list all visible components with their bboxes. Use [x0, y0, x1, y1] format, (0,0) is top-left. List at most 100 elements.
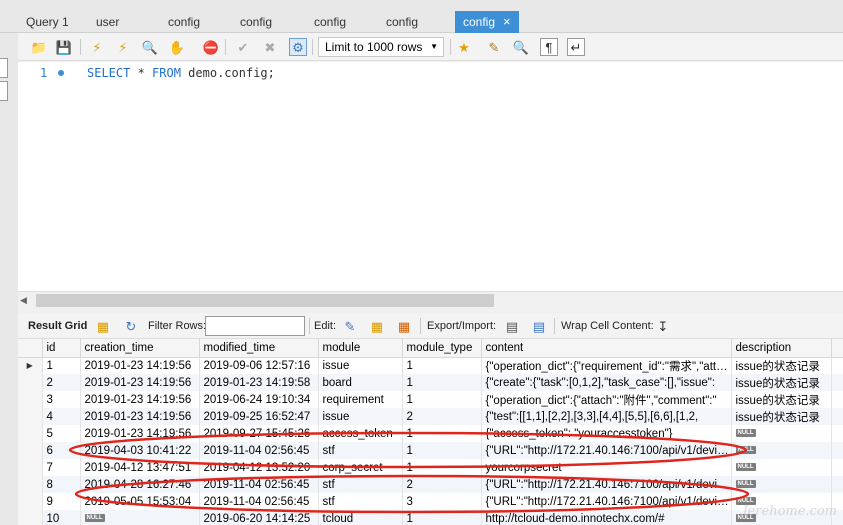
sql-editor[interactable]: 1 SELECT * FROM demo.config;	[18, 62, 843, 291]
tab-config[interactable]: config ×	[455, 11, 519, 33]
import-icon[interactable]: ▤	[530, 317, 548, 335]
tab-config[interactable]: config	[160, 11, 208, 33]
cell-modified-time[interactable]: 2019-01-23 14:19:58	[199, 374, 319, 391]
current-row-arrow-icon[interactable]: ▶	[18, 357, 43, 374]
autocommit-icon[interactable]: ⚙	[289, 38, 307, 56]
grid-view-icon[interactable]: ▦	[94, 317, 112, 335]
execute-icon[interactable]: ⚡	[88, 38, 106, 56]
scroll-left-arrow-icon[interactable]: ◀	[20, 295, 27, 306]
column-header-module-type[interactable]: module_type	[402, 339, 482, 358]
beautify-icon[interactable]: ★	[455, 38, 473, 56]
toggle-error-icon[interactable]: ⛔	[202, 38, 220, 56]
row-selector[interactable]	[18, 510, 43, 525]
cell-module-type[interactable]: 3	[402, 493, 482, 510]
cell-content[interactable]: {"operation_dict":{"attach":"附件","commen…	[481, 391, 732, 408]
cell-module-type[interactable]: 1	[402, 459, 482, 476]
wrap-cell-icon[interactable]: ↧	[654, 317, 672, 335]
result-grid[interactable]: id creation_time modified_time module module…	[18, 339, 843, 525]
cell-module[interactable]: requirement	[318, 391, 403, 408]
editor-horizontal-scrollbar[interactable]: ◀	[18, 291, 843, 309]
cell-creation-time[interactable]: 2019-04-12 13:47:51	[80, 459, 200, 476]
cell-content[interactable]: http://tcloud-demo.innotechx.com/#	[481, 510, 732, 525]
cell-module[interactable]: stf	[318, 442, 403, 459]
column-header-module[interactable]: module	[318, 339, 403, 358]
wrap-icon[interactable]: ↵	[567, 38, 585, 56]
tab-config[interactable]: config	[232, 11, 280, 33]
cell-modified-time[interactable]: 2019-09-27 15:45:26	[199, 425, 319, 442]
cell-description[interactable]: issue的状态记录	[731, 357, 832, 374]
row-selector[interactable]	[18, 442, 43, 459]
cell-description[interactable]: issue的状态记录	[731, 391, 832, 408]
cell-module-type[interactable]: 2	[402, 408, 482, 425]
cell-id[interactable]: 1	[42, 357, 81, 374]
cell-creation-time[interactable]: 2019-01-23 14:19:56	[80, 425, 200, 442]
cell-module-type[interactable]: 1	[402, 391, 482, 408]
cell-module[interactable]: board	[318, 374, 403, 391]
cell-content[interactable]: {"test":[[1,1],[2,2],[3,3],[4,4],[5,5],[…	[481, 408, 732, 425]
cell-modified-time[interactable]: 2019-11-04 02:56:45	[199, 493, 319, 510]
sidebar-edge-handle[interactable]	[0, 58, 8, 78]
table-row[interactable]: 5 2019-01-23 14:19:56 2019-09-27 15:45:26 a…	[18, 425, 843, 442]
scrollbar-thumb[interactable]	[36, 294, 494, 307]
tab-config[interactable]: config	[306, 11, 354, 33]
cell-creation-time[interactable]: 2019-04-03 10:41:22	[80, 442, 200, 459]
row-selector[interactable]	[18, 493, 43, 510]
cell-id[interactable]: 8	[42, 476, 81, 493]
cell-modified-time[interactable]: 2019-09-06 12:57:16	[199, 357, 319, 374]
row-selector[interactable]	[18, 391, 43, 408]
delete-row-icon[interactable]: ▦	[395, 317, 413, 335]
explain-icon[interactable]: 🔍	[141, 38, 159, 56]
cell-module[interactable]: tcloud	[318, 510, 403, 525]
cell-id[interactable]: 2	[42, 374, 81, 391]
row-selector[interactable]	[18, 459, 43, 476]
cell-content[interactable]: {"URL":"http://172.21.40.146:7100/api/v1…	[481, 442, 732, 459]
cell-description[interactable]: NULL	[731, 459, 832, 476]
cell-creation-time[interactable]: 2019-01-23 14:19:56	[80, 357, 200, 374]
cell-creation-time[interactable]: 2019-05-05 15:53:04	[80, 493, 200, 510]
cell-modified-time[interactable]: 2019-11-04 02:56:45	[199, 476, 319, 493]
cell-module-type[interactable]: 1	[402, 425, 482, 442]
refresh-icon[interactable]: ↻	[122, 317, 140, 335]
sql-statement[interactable]: SELECT * FROM demo.config;	[87, 66, 275, 80]
execute-current-icon[interactable]: ⚡	[114, 38, 132, 56]
cell-module[interactable]: corp_secret	[318, 459, 403, 476]
cell-creation-time[interactable]: NULL	[80, 510, 200, 525]
invisible-chars-icon[interactable]: ¶	[540, 38, 558, 56]
cell-content[interactable]: yourcorpsecret	[481, 459, 732, 476]
row-selector[interactable]	[18, 374, 43, 391]
cell-creation-time[interactable]: 2019-01-23 14:19:56	[80, 374, 200, 391]
cell-content[interactable]: {"operation_dict":{"requirement_id":"需求"…	[481, 357, 732, 374]
row-selector[interactable]	[18, 408, 43, 425]
cell-modified-time[interactable]: 2019-11-04 02:56:45	[199, 442, 319, 459]
row-selector[interactable]	[18, 425, 43, 442]
cell-module[interactable]: stf	[318, 493, 403, 510]
cell-modified-time[interactable]: 2019-06-20 14:14:25	[199, 510, 319, 525]
commit-icon[interactable]: ✔	[234, 38, 252, 56]
cell-module[interactable]: stf	[318, 476, 403, 493]
cell-module-type[interactable]: 1	[402, 510, 482, 525]
stop-icon[interactable]: ✋	[168, 38, 186, 56]
table-row[interactable]: 8 2019-04-28 16:27:46 2019-11-04 02:56:45 s…	[18, 476, 843, 493]
column-header-creation-time[interactable]: creation_time	[80, 339, 200, 358]
cell-creation-time[interactable]: 2019-01-23 14:19:56	[80, 408, 200, 425]
cell-content[interactable]: {"create":{"task":[0,1,2],"task_case":[]…	[481, 374, 732, 391]
cell-content[interactable]: {"URL":"http://172.21.40.146:7100/api/v1…	[481, 476, 732, 493]
open-file-icon[interactable]: 📁	[30, 38, 48, 56]
close-icon[interactable]: ×	[503, 14, 511, 29]
filter-rows-input[interactable]	[205, 316, 305, 336]
cell-id[interactable]: 5	[42, 425, 81, 442]
export-icon[interactable]: ▤	[503, 317, 521, 335]
cell-module[interactable]: issue	[318, 408, 403, 425]
column-header-content[interactable]: content	[481, 339, 732, 358]
cell-description[interactable]: issue的状态记录	[731, 374, 832, 391]
cell-module-type[interactable]: 2	[402, 476, 482, 493]
cell-description[interactable]: issue的状态记录	[731, 408, 832, 425]
tab-query-1[interactable]: Query 1	[18, 11, 77, 33]
cell-description[interactable]: NULL	[731, 476, 832, 493]
table-row[interactable]: 9 2019-05-05 15:53:04 2019-11-04 02:56:45 s…	[18, 493, 843, 510]
cell-module[interactable]: issue	[318, 357, 403, 374]
cell-module-type[interactable]: 1	[402, 442, 482, 459]
column-header-id[interactable]: id	[42, 339, 81, 358]
cell-id[interactable]: 9	[42, 493, 81, 510]
insert-row-icon[interactable]: ▦	[368, 317, 386, 335]
